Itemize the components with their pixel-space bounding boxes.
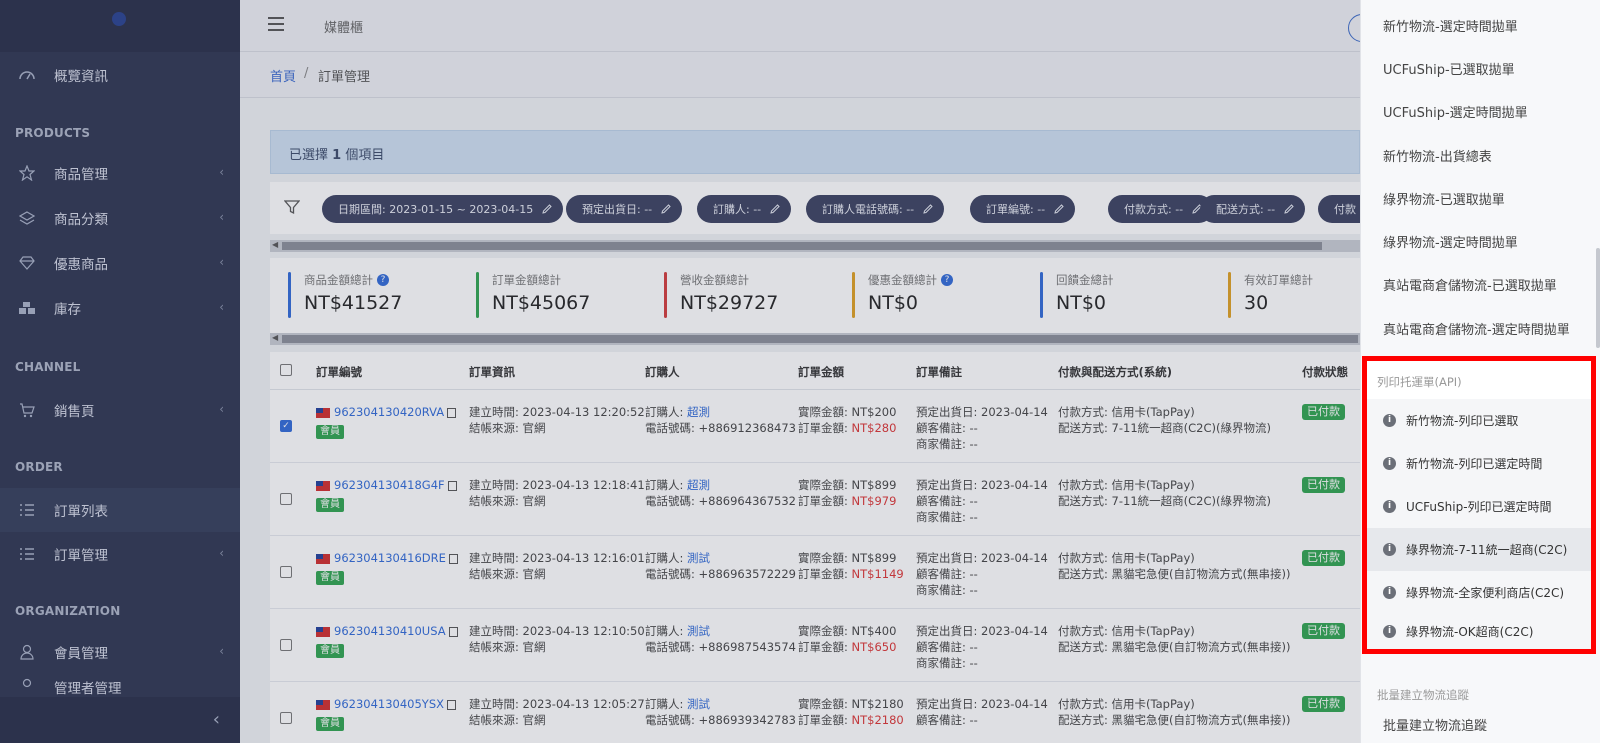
- menu-item-ecpay-time-export[interactable]: 綠界物流-選定時間拋單: [1361, 220, 1591, 263]
- menu-item-ucfuship-time-export[interactable]: UCFuShip-選定時間拋單: [1361, 90, 1591, 133]
- info-icon: i: [1383, 414, 1396, 427]
- info-icon: i: [1383, 500, 1396, 513]
- menu-item-ecpay-ok-c2c[interactable]: i 綠界物流-OK超商(C2C): [1367, 614, 1591, 649]
- dropdown-backdrop[interactable]: [0, 0, 1360, 743]
- section-print-waybill-api: 列印托運單(API): [1377, 375, 1462, 389]
- info-icon: i: [1383, 543, 1396, 556]
- menu-item-ucfuship-print-time[interactable]: i UCFuShip-列印已選定時間: [1367, 485, 1591, 528]
- info-icon: i: [1383, 586, 1396, 599]
- print-waybill-api-section: 列印托運單(API) i 新竹物流-列印已選取 i 新竹物流-列印已選定時間 i UC…: [1362, 356, 1596, 654]
- info-icon: i: [1383, 625, 1396, 638]
- section-bulk-tracking: 批量建立物流追蹤: [1377, 688, 1469, 702]
- menu-item-hct-print-selected[interactable]: i 新竹物流-列印已選取: [1367, 399, 1591, 442]
- menu-item-ecpay-family-c2c[interactable]: i 綠界物流-全家便利商店(C2C): [1367, 571, 1591, 614]
- menu-item-hct-time-export[interactable]: 新竹物流-選定時間拋單: [1361, 4, 1591, 47]
- info-icon: i: [1383, 457, 1396, 470]
- menu-item-bulk-create-tracking[interactable]: 批量建立物流追蹤: [1361, 715, 1591, 743]
- menu-item-ucfuship-selected-export[interactable]: UCFuShip-已選取拋單: [1361, 47, 1591, 90]
- menu-item-ecpay-selected-export[interactable]: 綠界物流-已選取拋單: [1361, 177, 1591, 220]
- menu-item-zhenzhan-selected-export[interactable]: 真站電商倉儲物流-已選取拋單: [1361, 263, 1591, 306]
- menu-item-hct-shipping-summary[interactable]: 新竹物流-出貨總表: [1361, 134, 1591, 177]
- menu-item-zhenzhan-time-export[interactable]: 真站電商倉儲物流-選定時間拋單: [1361, 307, 1591, 350]
- menu-item-hct-print-time[interactable]: i 新竹物流-列印已選定時間: [1367, 442, 1591, 485]
- menu-item-ecpay-711-c2c[interactable]: i 綠界物流-7-11統一超商(C2C): [1367, 528, 1591, 571]
- panel-scrollbar[interactable]: [1596, 248, 1600, 348]
